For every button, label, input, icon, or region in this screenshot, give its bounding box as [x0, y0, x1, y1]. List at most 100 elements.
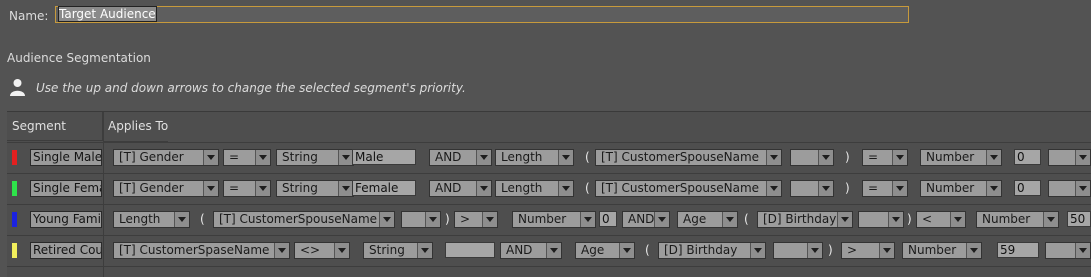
empty-dropdown[interactable] — [790, 149, 834, 166]
field-dropdown[interactable]: [T] CustomerSpouseName — [213, 211, 395, 228]
type-value: String — [282, 181, 318, 195]
conjunction-dropdown[interactable]: AND — [429, 180, 492, 197]
chevron-down-icon — [888, 212, 903, 227]
operator-value: = — [868, 150, 879, 164]
table-row[interactable]: Retired Coup [T] CustomerSpaseName <> St… — [7, 235, 1091, 266]
conjunction-dropdown[interactable]: AND — [622, 211, 670, 228]
function-dropdown[interactable]: Length — [113, 211, 190, 228]
chevron-down-icon — [986, 181, 1001, 196]
chevron-down-icon — [766, 181, 781, 196]
operator-dropdown[interactable]: < — [916, 211, 966, 228]
value-input[interactable]: 50 — [1067, 211, 1091, 227]
chevron-down-icon — [837, 212, 852, 227]
empty-dropdown[interactable] — [858, 211, 904, 228]
value-input[interactable]: 59 — [997, 242, 1039, 258]
field-dropdown-value: [T] CustomerSpouseName — [219, 212, 378, 226]
empty-dropdown[interactable] — [401, 211, 441, 228]
chevron-down-icon — [476, 181, 491, 196]
value-input[interactable]: 0 — [599, 211, 617, 227]
chevron-down-icon — [425, 212, 440, 227]
field-dropdown-value: [T] Gender — [119, 150, 184, 164]
chevron-down-icon — [1075, 150, 1090, 165]
table-row[interactable]: Young Familie Length ( [T] CustomerSpous… — [7, 204, 1091, 235]
table-row[interactable]: Single Female [T] Gender = String Female… — [7, 173, 1091, 204]
field-dropdown[interactable]: [T] Gender — [113, 149, 219, 166]
value-input[interactable]: 0 — [1014, 180, 1041, 196]
chevron-down-icon — [766, 150, 781, 165]
type-dropdown[interactable]: String — [363, 242, 433, 259]
function-dropdown[interactable]: Length — [495, 149, 574, 166]
field-dropdown[interactable]: Age — [575, 242, 635, 259]
type-dropdown[interactable]: String — [276, 180, 354, 197]
chevron-down-icon — [203, 181, 218, 196]
segment-name[interactable]: Single Males — [30, 149, 102, 166]
empty-dropdown[interactable] — [1048, 149, 1091, 166]
operator-dropdown[interactable]: > — [841, 242, 895, 259]
operator-dropdown[interactable]: = — [862, 149, 908, 166]
conjunction-dropdown[interactable]: AND — [429, 149, 492, 166]
field-dropdown[interactable]: [D] Birthday — [658, 242, 766, 259]
field-dropdown-value: [T] CustomerSpouseName — [601, 150, 760, 164]
chevron-down-icon — [722, 212, 737, 227]
chevron-down-icon — [558, 150, 573, 165]
operator-dropdown[interactable]: <> — [294, 242, 350, 259]
chevron-down-icon — [1075, 181, 1090, 196]
row-divider — [7, 266, 1091, 267]
field-dropdown[interactable]: [D] Birthday — [757, 211, 853, 228]
chevron-down-icon — [546, 243, 561, 258]
function-dropdown[interactable]: Length — [495, 180, 574, 197]
segment-color-swatch — [12, 181, 17, 196]
operator-dropdown[interactable]: = — [223, 149, 271, 166]
chevron-down-icon — [1075, 243, 1090, 258]
close-paren: ) — [828, 243, 833, 257]
field-dropdown-value: [T] CustomerSpouseName — [601, 181, 760, 195]
value-input[interactable]: Male — [352, 149, 416, 165]
empty-dropdown[interactable] — [790, 180, 834, 197]
field-dropdown[interactable]: [T] CustomerSpouseName — [595, 180, 782, 197]
name-label: Name: — [9, 9, 49, 23]
operator-dropdown[interactable]: = — [223, 180, 271, 197]
conjunction-dropdown[interactable]: AND — [500, 242, 562, 259]
value-input[interactable]: 0 — [1014, 149, 1041, 165]
chevron-down-icon — [892, 150, 907, 165]
chevron-down-icon — [1043, 212, 1058, 227]
segment-name[interactable]: Young Familie — [30, 211, 102, 228]
type-value: String — [369, 243, 405, 257]
type-dropdown[interactable]: Number — [976, 211, 1059, 228]
empty-dropdown[interactable] — [773, 242, 823, 259]
chevron-down-icon — [338, 150, 353, 165]
conjunction-value: AND — [628, 212, 655, 226]
chevron-down-icon — [379, 212, 394, 227]
chevron-down-icon — [892, 181, 907, 196]
value-input[interactable] — [445, 242, 495, 258]
chevron-down-icon — [986, 150, 1001, 165]
operator-value: > — [847, 243, 858, 257]
operator-dropdown[interactable]: = — [862, 180, 908, 197]
type-dropdown[interactable]: Number — [902, 242, 982, 259]
type-dropdown[interactable]: Number — [512, 211, 596, 228]
open-paren: ( — [744, 212, 749, 226]
function-value: Length — [501, 181, 543, 195]
empty-dropdown[interactable] — [1045, 242, 1091, 259]
chevron-down-icon — [476, 150, 491, 165]
field-dropdown-value: [D] Birthday — [763, 212, 837, 226]
chevron-down-icon — [203, 150, 218, 165]
table-row[interactable]: Single Males [T] Gender = String Male AN… — [7, 142, 1091, 173]
close-paren: ) — [445, 212, 450, 226]
operator-value: <> — [300, 243, 321, 257]
type-dropdown[interactable]: Number — [920, 149, 1002, 166]
value-input[interactable]: Female — [352, 180, 416, 196]
chevron-down-icon — [818, 181, 833, 196]
field-dropdown[interactable]: [T] Gender — [113, 180, 219, 197]
name-input[interactable]: Target Audience — [55, 6, 909, 23]
field-dropdown[interactable]: [T] CustomerSpouseName — [595, 149, 782, 166]
operator-dropdown[interactable]: > — [454, 211, 498, 228]
field-dropdown[interactable]: Age — [677, 211, 738, 228]
function-value: Length — [119, 212, 161, 226]
type-dropdown[interactable]: Number — [920, 180, 1002, 197]
type-dropdown[interactable]: String — [276, 149, 354, 166]
empty-dropdown[interactable] — [1048, 180, 1091, 197]
field-dropdown[interactable]: [T] CustomerSpaseName — [113, 242, 290, 259]
segment-name[interactable]: Retired Coup — [30, 242, 102, 259]
segment-name[interactable]: Single Female — [30, 180, 102, 197]
